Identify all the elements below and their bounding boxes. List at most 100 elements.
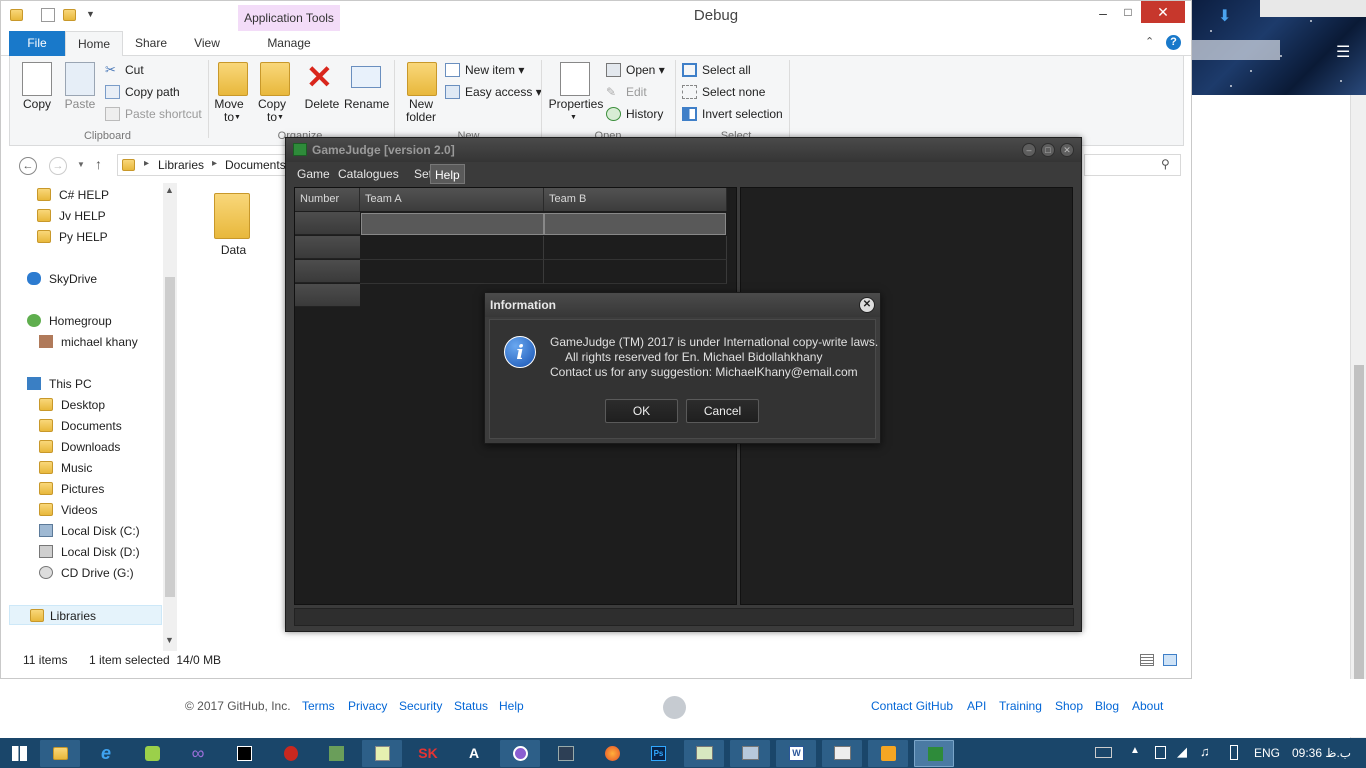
- minimize-icon[interactable]: –: [1091, 5, 1115, 21]
- start-icon[interactable]: [12, 746, 27, 761]
- footer-link-terms[interactable]: Terms: [302, 699, 335, 713]
- cancel-button[interactable]: Cancel: [686, 399, 759, 423]
- table-cell[interactable]: [544, 236, 727, 260]
- app-taskbar-icon[interactable]: [500, 740, 540, 767]
- nav-item-user[interactable]: michael khany: [39, 332, 138, 352]
- menu-game[interactable]: Game: [293, 164, 334, 184]
- column-header-number[interactable]: Number: [295, 188, 360, 211]
- intellij-taskbar-icon[interactable]: [224, 740, 264, 767]
- address-box[interactable]: ▸ Libraries ▸ Documents: [117, 154, 297, 176]
- copy-path-button[interactable]: Copy path: [105, 83, 180, 101]
- footer-link-blog[interactable]: Blog: [1095, 699, 1119, 713]
- footer-link-status[interactable]: Status: [454, 699, 488, 713]
- tab-manage[interactable]: Manage: [238, 31, 340, 56]
- paste-button[interactable]: Paste: [60, 98, 100, 111]
- nav-item[interactable]: Videos: [39, 500, 97, 520]
- details-view-icon[interactable]: [1140, 654, 1154, 666]
- app-taskbar-icon[interactable]: [684, 740, 724, 767]
- copy-button[interactable]: Copy: [16, 98, 58, 111]
- ie-taskbar-icon[interactable]: e: [86, 740, 126, 767]
- table-cell-selected[interactable]: [544, 213, 726, 235]
- maximize-icon[interactable]: □: [1116, 5, 1140, 19]
- back-icon[interactable]: ←: [19, 157, 37, 175]
- close-icon[interactable]: ✕: [859, 297, 875, 313]
- up-icon[interactable]: ↑: [95, 156, 102, 172]
- forward-icon[interactable]: →: [49, 157, 67, 175]
- nav-item[interactable]: C# HELP: [37, 185, 109, 205]
- qat-properties-icon[interactable]: [41, 8, 55, 22]
- nav-item[interactable]: Music: [39, 458, 92, 478]
- nav-item[interactable]: Local Disk (D:): [39, 542, 140, 562]
- large-icons-view-icon[interactable]: [1163, 654, 1177, 666]
- qat-newfolder-icon[interactable]: [63, 9, 76, 21]
- footer-link-privacy[interactable]: Privacy: [348, 699, 387, 713]
- footer-link-contact[interactable]: Contact GitHub: [871, 699, 953, 713]
- language-indicator[interactable]: ENG: [1254, 746, 1280, 760]
- history-button[interactable]: History: [606, 105, 663, 123]
- battery-icon[interactable]: [1230, 745, 1238, 760]
- volume-icon[interactable]: ♫: [1200, 744, 1210, 759]
- app-taskbar-icon[interactable]: [270, 740, 310, 767]
- github-logo-icon[interactable]: [663, 696, 686, 719]
- cut-button[interactable]: ✂ Cut: [105, 61, 144, 79]
- tab-view[interactable]: View: [181, 31, 233, 56]
- scroll-thumb[interactable]: [165, 277, 175, 597]
- notepad-taskbar-icon[interactable]: [362, 740, 402, 767]
- app-taskbar-icon[interactable]: [730, 740, 770, 767]
- column-header-team-b[interactable]: Team B: [544, 188, 727, 211]
- scroll-up-icon[interactable]: ▲: [165, 185, 174, 195]
- minimize-icon[interactable]: –: [1022, 143, 1036, 157]
- row-header[interactable]: [295, 260, 360, 283]
- menu-help[interactable]: Help: [430, 164, 465, 184]
- footer-link-about[interactable]: About: [1132, 699, 1163, 713]
- open-button[interactable]: Open ▾: [606, 61, 665, 79]
- breadcrumb-libraries[interactable]: Libraries: [158, 158, 204, 172]
- clock[interactable]: 09:36 ب.ظ: [1292, 746, 1351, 760]
- properties-button[interactable]: Properties: [545, 98, 607, 111]
- close-icon[interactable]: ✕: [1060, 143, 1074, 157]
- breadcrumb-documents[interactable]: Documents: [225, 158, 286, 172]
- scroll-down-icon[interactable]: ▼: [165, 635, 174, 645]
- tab-home[interactable]: Home: [65, 31, 123, 57]
- nav-item[interactable]: Downloads: [39, 437, 120, 457]
- menu-catalogues[interactable]: Catalogues: [334, 164, 403, 184]
- footer-link-training[interactable]: Training: [999, 699, 1042, 713]
- desktop-search-box[interactable]: [1190, 40, 1280, 60]
- help-icon[interactable]: ?: [1166, 35, 1181, 50]
- rename-button[interactable]: Rename: [344, 98, 389, 111]
- app-taskbar-icon[interactable]: [132, 740, 172, 767]
- device-icon[interactable]: [1155, 746, 1166, 759]
- new-folder-button[interactable]: New folder: [401, 98, 441, 124]
- photoshop-taskbar-icon[interactable]: Ps: [638, 740, 678, 767]
- firefox-taskbar-icon[interactable]: [592, 740, 632, 767]
- app-taskbar-icon[interactable]: [546, 740, 586, 767]
- app-taskbar-icon[interactable]: SK: [408, 740, 448, 767]
- delete-button[interactable]: Delete: [302, 98, 342, 111]
- explorer-taskbar-icon[interactable]: [40, 740, 80, 767]
- column-header-team-a[interactable]: Team A: [360, 188, 544, 211]
- footer-link-shop[interactable]: Shop: [1055, 699, 1083, 713]
- nav-item[interactable]: Py HELP: [37, 227, 108, 247]
- row-header[interactable]: [295, 212, 360, 235]
- word-taskbar-icon[interactable]: W: [776, 740, 816, 767]
- media-player-taskbar-icon[interactable]: [868, 740, 908, 767]
- show-hidden-icons[interactable]: ▲: [1130, 745, 1140, 756]
- nav-item[interactable]: Pictures: [39, 479, 104, 499]
- network-icon[interactable]: ◢: [1177, 744, 1187, 760]
- edit-button[interactable]: ✎ Edit: [606, 83, 647, 101]
- keyboard-icon[interactable]: [1095, 747, 1112, 758]
- nav-item[interactable]: Documents: [39, 416, 122, 436]
- qat-dropdown-icon[interactable]: ▼: [86, 9, 95, 19]
- visual-studio-taskbar-icon[interactable]: ∞: [178, 740, 218, 767]
- nav-item[interactable]: CD Drive (G:): [39, 563, 134, 583]
- footer-link-help[interactable]: Help: [499, 699, 524, 713]
- table-cell[interactable]: [544, 260, 727, 284]
- app-taskbar-icon[interactable]: [316, 740, 356, 767]
- table-cell[interactable]: [360, 236, 544, 260]
- tab-share[interactable]: Share: [125, 31, 177, 56]
- maximize-icon[interactable]: □: [1041, 143, 1055, 157]
- ok-button[interactable]: OK: [605, 399, 678, 423]
- table-cell[interactable]: [360, 260, 544, 284]
- select-none-button[interactable]: Select none: [682, 83, 765, 101]
- row-header[interactable]: [295, 236, 360, 259]
